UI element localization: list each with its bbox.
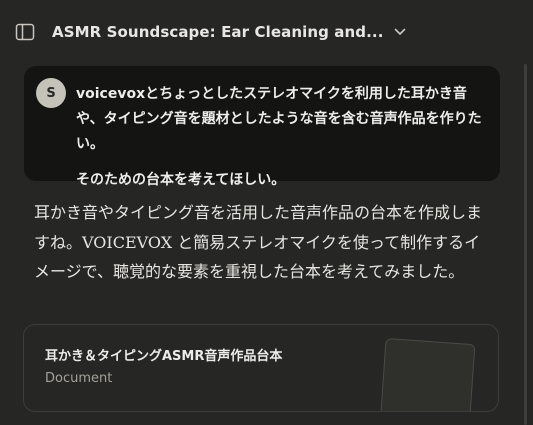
document-preview-thumbnail xyxy=(378,337,476,411)
user-message-paragraph: そのための台本を考えてほしい。 xyxy=(76,172,286,188)
scrollbar-thumb[interactable] xyxy=(524,64,527,425)
conversation-title: ASMR Soundscape: Ear Cleaning and... xyxy=(52,23,384,41)
user-message-paragraph: voicevoxとちょっとしたステレオマイクを利用した耳かき音や、タイピング音を… xyxy=(76,86,482,152)
artifact-card[interactable]: 耳かき＆タイピングASMR音声作品台本 Document xyxy=(23,324,499,412)
assistant-message: 耳かき音やタイピング音を活用した音声作品の台本を作成しますね。VOICEVOX … xyxy=(34,198,494,287)
user-message-text: voicevoxとちょっとしたステレオマイクを利用した耳かき音や、タイピング音を… xyxy=(76,82,488,193)
assistant-message-text: 耳かき音やタイピング音を活用した音声作品の台本を作成しますね。VOICEVOX … xyxy=(34,203,483,281)
conversation-title-dropdown[interactable]: ASMR Soundscape: Ear Cleaning and... xyxy=(52,20,406,44)
user-message: S voicevoxとちょっとしたステレオマイクを利用した耳かき音や、タイピング… xyxy=(24,66,500,188)
sidebar-toggle-icon xyxy=(15,23,35,41)
artifact-title: 耳かき＆タイピングASMR音声作品台本 xyxy=(45,349,283,364)
artifact-type: Document xyxy=(45,371,113,386)
avatar: S xyxy=(36,78,66,108)
sidebar-toggle-button[interactable] xyxy=(14,22,36,42)
conversation-header: ASMR Soundscape: Ear Cleaning and... xyxy=(0,0,533,64)
chevron-down-icon xyxy=(394,28,406,36)
scrollbar[interactable] xyxy=(521,64,533,425)
